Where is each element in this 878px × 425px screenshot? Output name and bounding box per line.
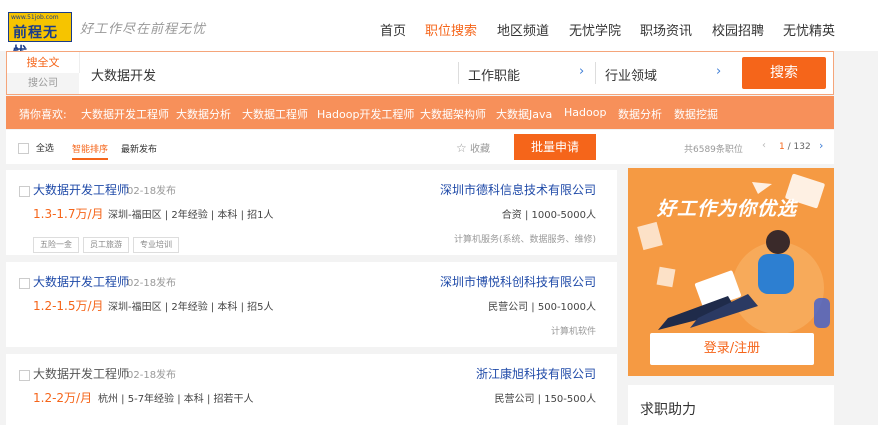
site-logo[interactable]: www.51job.com 前程无忧 <box>8 12 72 61</box>
slogan: 好工作尽在前程无忧 <box>80 22 207 37</box>
nav-campus[interactable]: 校园招聘 <box>712 20 764 39</box>
job-tag: 员工旅游 <box>83 237 129 253</box>
guess-item[interactable]: 数据挖掘 <box>674 106 718 122</box>
job-tags: 五险一金 员工旅游 专业培训 <box>33 232 183 253</box>
job-helper-panel: 求职助力 <box>628 385 834 425</box>
nav-home[interactable]: 首页 <box>380 20 406 39</box>
company-info: 合资 | 1000-5000人 <box>501 210 596 221</box>
total-count: 共6589条职位 <box>684 145 743 155</box>
company-name[interactable]: 深圳市德科信息技术有限公司 <box>440 181 596 198</box>
guess-item[interactable]: 大数据架构师 <box>420 106 486 122</box>
results-toolbar: 全选 智能排序 最新发布 ☆ 收藏 批量申请 共6589条职位 ‹ 1 / 13… <box>6 130 834 164</box>
guess-item[interactable]: 大数据开发工程师 <box>81 106 169 122</box>
job-checkbox[interactable] <box>19 278 30 289</box>
select-all-label: 全选 <box>35 144 54 154</box>
login-register-button[interactable]: 登录/注册 <box>650 333 814 365</box>
tab-search-full-text[interactable]: 搜全文 <box>7 52 80 73</box>
job-meta: 杭州 | 5-7年经验 | 本科 | 招若干人 <box>98 394 254 405</box>
favorite-button[interactable]: ☆ 收藏 <box>456 140 490 155</box>
favorite-label: 收藏 <box>469 144 490 155</box>
industry-select[interactable]: 行业领域 <box>605 65 657 84</box>
job-function-select[interactable]: 工作职能 <box>468 65 520 84</box>
search-input[interactable]: 大数据开发 <box>91 65 156 84</box>
job-checkbox[interactable] <box>19 370 30 381</box>
nav-elite[interactable]: 无忧精英 <box>783 20 835 39</box>
guess-item[interactable]: Hadoop开发工程师 <box>317 106 414 122</box>
guess-you-like-bar: 猜你喜欢: 大数据开发工程师 大数据分析 大数据工程师 Hadoop开发工程师 … <box>6 96 834 129</box>
logo-url-text: www.51job.com <box>11 14 59 21</box>
job-tag: 五险一金 <box>33 237 79 253</box>
job-title[interactable]: 大数据开发工程师 <box>33 273 129 290</box>
sort-smart[interactable]: 智能排序 <box>72 142 108 155</box>
job-salary: 1.3-1.7万/月 <box>33 207 104 221</box>
job-title[interactable]: 大数据开发工程师 <box>33 365 129 382</box>
banner-title: 好工作为你优选 <box>657 198 798 220</box>
search-divider <box>458 62 459 84</box>
guess-label: 猜你喜欢: <box>19 108 67 121</box>
guess-item[interactable]: 大数据Java <box>496 106 552 122</box>
job-card[interactable]: 大数据开发工程师 02-18发布 1.3-1.7万/月 深圳-福田区 | 2年经… <box>6 170 617 255</box>
nav-region[interactable]: 地区频道 <box>497 20 549 39</box>
helper-title: 求职助力 <box>640 402 696 418</box>
job-card[interactable]: 大数据开发工程师 02-18发布 1.2-2万/月 杭州 | 5-7年经验 | … <box>6 354 617 425</box>
job-title[interactable]: 大数据开发工程师 <box>33 181 129 198</box>
job-salary: 1.2-2万/月 <box>33 391 93 405</box>
page-indicator: 1 / 132 <box>779 142 811 152</box>
guess-item[interactable]: Hadoop <box>564 106 606 119</box>
company-industry: 计算机服务(系统、数据服务、维修) <box>453 235 596 245</box>
page-total: / 132 <box>787 142 811 152</box>
select-all-checkbox[interactable] <box>18 143 29 154</box>
search-bar: 搜全文 搜公司 大数据开发 工作职能 › 行业领域 › 搜索 <box>6 51 834 95</box>
promo-banner[interactable]: 好工作为你优选 登录/注册 <box>628 168 834 376</box>
job-meta: 深圳-福田区 | 2年经验 | 本科 | 招1人 <box>108 210 274 221</box>
job-meta: 深圳-福田区 | 2年经验 | 本科 | 招5人 <box>108 302 274 313</box>
company-name[interactable]: 深圳市博悦科创科技有限公司 <box>440 273 596 290</box>
search-divider <box>595 62 596 84</box>
sort-latest[interactable]: 最新发布 <box>121 142 157 155</box>
batch-apply-button[interactable]: 批量申请 <box>514 134 596 160</box>
chevron-right-icon: › <box>579 64 585 79</box>
guess-item[interactable]: 数据分析 <box>618 106 662 122</box>
guess-item[interactable]: 大数据分析 <box>176 106 231 122</box>
job-date: 02-18发布 <box>127 186 177 197</box>
job-salary: 1.2-1.5万/月 <box>33 299 104 313</box>
nav-career-news[interactable]: 职场资讯 <box>640 20 692 39</box>
select-all[interactable]: 全选 <box>18 141 54 154</box>
page-current: 1 <box>779 142 785 152</box>
guess-item[interactable]: 大数据工程师 <box>242 106 308 122</box>
company-industry: 计算机软件 <box>550 327 596 337</box>
search-button[interactable]: 搜索 <box>742 57 826 89</box>
chevron-right-icon: › <box>716 64 722 79</box>
job-card[interactable]: 大数据开发工程师 02-18发布 1.2-1.5万/月 深圳-福田区 | 2年经… <box>6 262 617 347</box>
tab-search-company[interactable]: 搜公司 <box>7 73 79 94</box>
sort-active-indicator <box>72 158 108 160</box>
job-date: 02-18发布 <box>127 370 177 381</box>
star-icon: ☆ <box>456 141 467 155</box>
company-info: 民营公司 | 150-500人 <box>494 394 596 405</box>
company-name[interactable]: 浙江康旭科技有限公司 <box>476 365 596 382</box>
job-checkbox[interactable] <box>19 186 30 197</box>
job-date: 02-18发布 <box>127 278 177 289</box>
company-info: 民营公司 | 500-1000人 <box>488 302 596 313</box>
prev-page-icon[interactable]: ‹ <box>762 140 766 151</box>
job-tag: 专业培训 <box>133 237 179 253</box>
top-header: www.51job.com 前程无忧 好工作尽在前程无忧 首页 职位搜索 地区频… <box>0 0 878 61</box>
nav-academy[interactable]: 无忧学院 <box>569 20 621 39</box>
next-page-icon[interactable]: › <box>819 139 823 152</box>
nav-job-search[interactable]: 职位搜索 <box>425 20 477 39</box>
